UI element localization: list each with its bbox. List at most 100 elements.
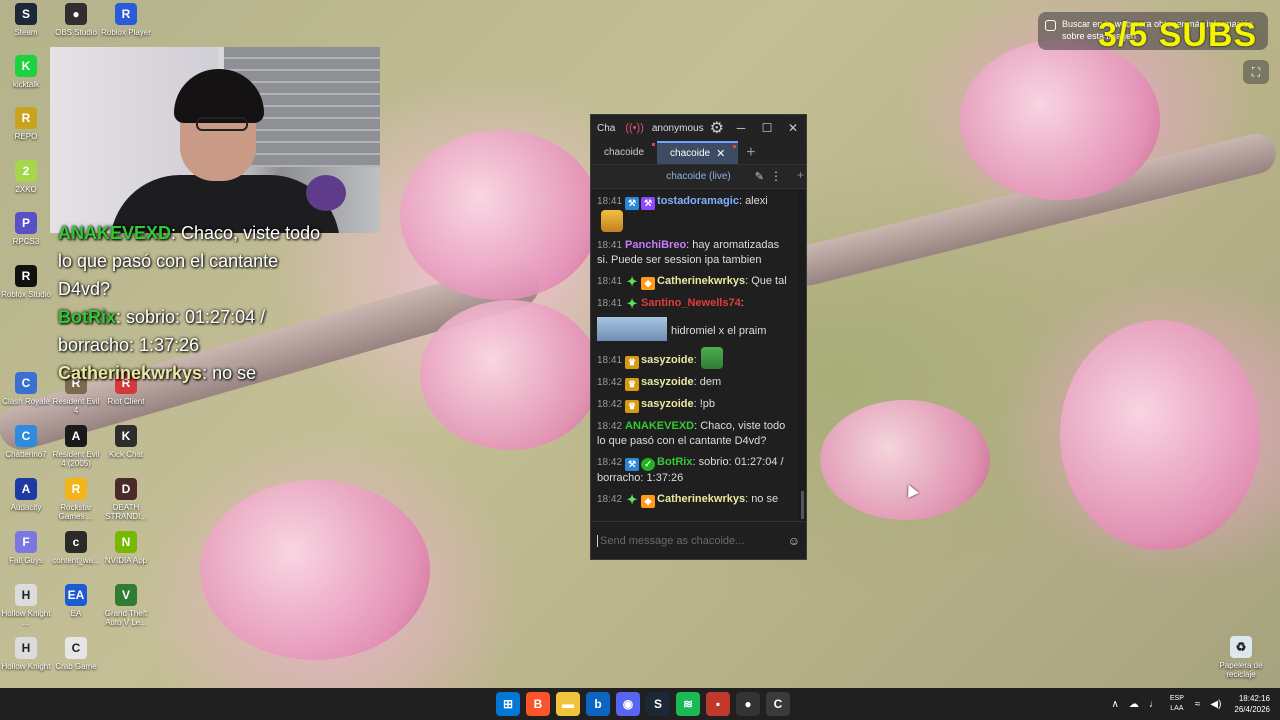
desktop-icon[interactable]: Kkicktalk: [0, 55, 52, 89]
user-badge-icon[interactable]: ◆: [641, 495, 656, 508]
brave-browser-icon[interactable]: B: [526, 692, 550, 716]
chat-message[interactable]: 18:41 PanchiBreo: hay aromatizadas si. Pu…: [597, 238, 793, 268]
desktop-icon[interactable]: H Hollow Knight ...: [0, 584, 52, 627]
desktop-icon[interactable]: 2 2XKO: [0, 160, 52, 194]
emoji-picker-icon[interactable]: ☺: [788, 534, 800, 548]
emote-icon[interactable]: [601, 210, 623, 232]
desktop-icon-label: content_wa...: [52, 556, 100, 565]
user-badge-icon[interactable]: ◆: [641, 277, 656, 290]
app-icon: R: [15, 107, 37, 129]
settings-gear-icon[interactable]: ⚙: [710, 118, 724, 138]
desktop-icon[interactable]: C Chatterino7: [0, 425, 52, 459]
user-badge-icon[interactable]: ♛: [625, 400, 640, 413]
channel-name[interactable]: chacoide (live): [666, 171, 730, 182]
message-username[interactable]: sasyzoide: [641, 398, 694, 410]
close-window-button[interactable]: ✕: [780, 121, 806, 135]
user-badge-icon[interactable]: ♛: [625, 378, 640, 391]
chat-message[interactable]: 18:41 ✦ Santino_Newells74:: [597, 296, 793, 311]
chat-message[interactable]: 18:41 ✦ ◆ Catherinekwrkys: Que tal: [597, 274, 793, 290]
message-username[interactable]: Santino_Newells74: [641, 297, 741, 309]
user-badge-icon[interactable]: ♛: [625, 356, 640, 369]
more-options-icon[interactable]: ⋮: [770, 169, 782, 183]
chat-message[interactable]: 18:41 ♛ sasyzoide:: [597, 347, 793, 369]
desktop-icon[interactable]: K Kick Chat: [100, 425, 152, 459]
discord-icon[interactable]: ◉: [616, 692, 640, 716]
chat-message[interactable]: 18:42 ♛ sasyzoide: dem: [597, 375, 793, 391]
recording-app-icon[interactable]: ▪: [706, 692, 730, 716]
desktop-icon[interactable]: R Rockstar Games ...: [50, 478, 102, 521]
tray-chevron-icon[interactable]: ∧: [1112, 699, 1119, 710]
chat-message[interactable]: 18:41 ⚒ ⚒ tostadoramagic: alexi: [597, 194, 793, 232]
user-badge-icon[interactable]: ✓: [641, 458, 656, 471]
desktop-icon[interactable]: EA EA: [50, 584, 102, 618]
windows-start-icon[interactable]: ⊞: [496, 692, 520, 716]
add-tab-button[interactable]: +: [738, 141, 763, 164]
tab-chacoide-2[interactable]: chacoide ✕: [657, 141, 739, 164]
message-username[interactable]: BotRix: [657, 456, 692, 468]
chatterino-titlebar[interactable]: Cha ((•)) anonymous ⚙ ─ ☐ ✕: [591, 115, 806, 141]
chat-scrollbar[interactable]: [798, 191, 806, 521]
steam-icon[interactable]: S: [646, 692, 670, 716]
chat-message[interactable]: hidromiel x el praim: [597, 317, 793, 341]
desktop-icon[interactable]: S Steam: [0, 3, 52, 37]
wifi-icon[interactable]: ≈: [1195, 699, 1201, 710]
tab-chacoide-1[interactable]: chacoide: [591, 141, 657, 164]
chat-message[interactable]: 18:42 ♛ sasyzoide: !pb: [597, 397, 793, 413]
maximize-button[interactable]: ☐: [754, 121, 780, 135]
desktop-icon[interactable]: R Roblox Player: [100, 3, 152, 37]
desktop-icon[interactable]: R REPO: [0, 107, 52, 141]
file-explorer-icon[interactable]: ▬: [556, 692, 580, 716]
obs-icon[interactable]: ●: [736, 692, 760, 716]
desktop-icon[interactable]: C Clash Royale: [0, 372, 52, 406]
message-username[interactable]: Catherinekwrkys: [657, 275, 745, 287]
chat-message[interactable]: 18:42 ANAKEVEXD: Chaco, viste todo lo que…: [597, 419, 793, 449]
user-badge-icon[interactable]: ✦: [625, 493, 639, 506]
close-tab-icon[interactable]: ✕: [716, 147, 725, 160]
desktop-icon[interactable]: D DEATH STRANDI...: [100, 478, 152, 521]
desktop-icon[interactable]: ♻ Papelera de reciclaje: [1215, 636, 1267, 679]
chat-message[interactable]: 18:42 ⚒ ✓ BotRix: sobrio: 01:27:04 / borrac…: [597, 455, 793, 486]
bing-icon[interactable]: b: [586, 692, 610, 716]
user-badge-icon[interactable]: ⚒: [625, 197, 640, 210]
desktop-icon[interactable]: V Grand Theft Auto V Le...: [100, 584, 152, 627]
chat-message-input[interactable]: [597, 534, 788, 547]
image-preview-thumbnail[interactable]: [597, 317, 667, 341]
chat-messages[interactable]: 18:41 ⚒ ⚒ tostadoramagic: alexi 18:41 PanchiB…: [591, 191, 799, 521]
mic-icon[interactable]: ♩: [1149, 699, 1159, 710]
minimize-button[interactable]: ─: [728, 121, 754, 135]
user-badge-icon[interactable]: ✦: [625, 275, 639, 288]
chatterino-window[interactable]: Cha ((•)) anonymous ⚙ ─ ☐ ✕ chacoide cha…: [590, 114, 807, 560]
desktop-icon[interactable]: N NVIDIA App: [100, 531, 152, 565]
volume-icon[interactable]: ◀): [1210, 699, 1221, 710]
message-username[interactable]: PanchiBreo: [625, 239, 686, 251]
account-switcher[interactable]: anonymous: [652, 123, 704, 134]
message-username[interactable]: Catherinekwrkys: [657, 493, 745, 505]
desktop-icon[interactable]: c content_wa...: [50, 531, 102, 565]
language-indicator[interactable]: ESP LAA: [1170, 694, 1184, 714]
desktop-icon[interactable]: ● OBS Studio: [50, 3, 102, 37]
message-username[interactable]: ANAKEVEXD: [625, 420, 694, 432]
user-badge-icon[interactable]: ⚒: [641, 197, 656, 210]
user-badge-icon[interactable]: ✦: [625, 297, 639, 310]
lens-capture-button[interactable]: ⛶: [1243, 60, 1269, 84]
emote-icon[interactable]: [700, 347, 723, 369]
desktop-icon[interactable]: C Crab Game: [50, 637, 102, 671]
message-username[interactable]: sasyzoide: [641, 376, 694, 388]
desktop-icon[interactable]: P RPCS3: [0, 212, 52, 246]
message-username[interactable]: sasyzoide: [641, 354, 694, 366]
taskbar-clock[interactable]: 18:42:16 26/4/2026: [1234, 693, 1270, 715]
desktop-icon[interactable]: F Fall Guys: [0, 531, 52, 565]
desktop-icon[interactable]: R Roblox Studio: [0, 265, 52, 299]
chat-message[interactable]: 18:42 ✦ ◆ Catherinekwrkys: no se: [597, 492, 793, 508]
desktop-icon[interactable]: A Audacity: [0, 478, 52, 512]
desktop-icon[interactable]: A Resident Evil 4 (2005): [50, 425, 102, 468]
user-badge-icon[interactable]: ⚒: [625, 458, 640, 471]
edit-pen-icon[interactable]: ✎: [755, 170, 764, 183]
scrollbar-thumb[interactable]: [801, 491, 804, 519]
split-plus-icon[interactable]: +: [797, 168, 804, 182]
desktop-icon[interactable]: H Hollow Knight: [0, 637, 52, 671]
chatterino-icon[interactable]: C: [766, 692, 790, 716]
network-icon[interactable]: ☁: [1129, 699, 1139, 710]
message-username[interactable]: tostadoramagic: [657, 195, 739, 207]
spotify-icon[interactable]: ≋: [676, 692, 700, 716]
